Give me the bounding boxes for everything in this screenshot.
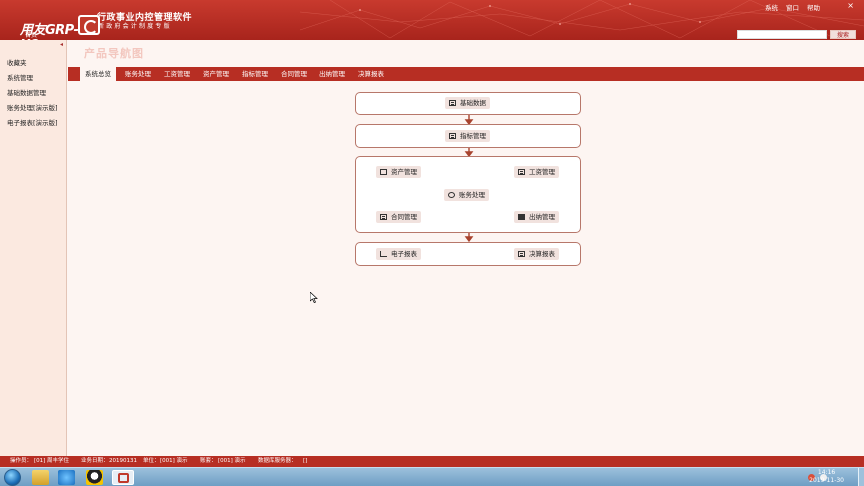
search-input[interactable]: [737, 30, 827, 39]
contract-icon: [380, 214, 387, 220]
tab-final-report[interactable]: 决算报表: [353, 67, 389, 81]
node-asset[interactable]: 资产管理: [376, 166, 421, 178]
close-icon[interactable]: ×: [847, 1, 854, 10]
mouse-cursor-icon: [310, 292, 318, 303]
asset-icon: [380, 169, 387, 175]
status-unit-value: [001] 演示: [160, 458, 188, 464]
node-contract-label: 合同管理: [391, 213, 417, 221]
product-subtitle: 新政府会计制度专版: [98, 23, 172, 30]
arrowhead-3: [464, 236, 474, 243]
node-basic-data-label: 基础数据: [460, 99, 486, 107]
node-cashier[interactable]: 出纳管理: [514, 211, 559, 223]
module-tabbar: 系统总览 账务处理 工资管理 资产管理 指标管理 合同管理 出纳管理 决算报表: [68, 67, 864, 81]
status-account-label: 账套：: [200, 458, 217, 464]
node-asset-label: 资产管理: [391, 168, 417, 176]
tab-accounting[interactable]: 账务处理: [120, 67, 156, 81]
tab-asset[interactable]: 资产管理: [198, 67, 234, 81]
show-desktop-button[interactable]: [858, 468, 864, 486]
browser-icon[interactable]: [58, 470, 75, 485]
status-account-value: [001] 演示: [218, 458, 246, 464]
tray-time: 14:16: [817, 469, 836, 476]
cashier-icon: [518, 214, 525, 220]
status-bizdate-value: 20190131: [109, 458, 137, 464]
node-final-report[interactable]: 决算报表: [514, 248, 559, 260]
sidebar-item-system[interactable]: 系统管理: [7, 72, 33, 82]
tray-date: 2019-11-30: [809, 477, 844, 484]
node-salary[interactable]: 工资管理: [514, 166, 559, 178]
sidebar-item-basic-data[interactable]: 基础数据管理: [7, 87, 46, 97]
app-header: 用友GRP-U8 行政事业内控管理软件 新政府会计制度专版 首页 系统 窗口 帮…: [0, 0, 864, 40]
tab-contract[interactable]: 合同管理: [276, 67, 312, 81]
node-indicator[interactable]: 指标管理: [445, 130, 490, 142]
node-accounting-label: 账务处理: [459, 191, 485, 199]
search-icon: [448, 192, 455, 198]
report-icon: [518, 251, 525, 257]
main-area: 产品导航图 系统总览 账务处理 工资管理 资产管理 指标管理 合同管理 出纳管理…: [68, 40, 864, 456]
status-bizdate-label: 业务日期：: [81, 458, 109, 464]
tab-indicator[interactable]: 指标管理: [237, 67, 273, 81]
status-operator-value: [01] 周丰学住: [34, 458, 70, 464]
node-contract[interactable]: 合同管理: [376, 211, 421, 223]
chart-icon: [380, 251, 387, 257]
indicator-icon: [449, 133, 456, 139]
sidebar-item-e-report[interactable]: 电子报表[演示版]: [7, 117, 58, 127]
status-operator-label: 操作员：: [10, 458, 33, 464]
tab-overview[interactable]: 系统总览: [80, 67, 116, 81]
qq-icon[interactable]: [86, 470, 103, 485]
sidebar: ◂ 收藏夹 系统管理 基础数据管理 账务处理[演示版] 电子报表[演示版]: [0, 40, 67, 456]
collapse-icon[interactable]: ◂: [60, 41, 63, 48]
menu-window[interactable]: 窗口: [786, 2, 799, 12]
tab-salary[interactable]: 工资管理: [159, 67, 195, 81]
tray-clock[interactable]: 14:16 2019-11-30: [809, 469, 844, 485]
page-title: 产品导航图: [84, 47, 144, 60]
menu-system[interactable]: 系统: [765, 2, 778, 12]
node-indicator-label: 指标管理: [460, 132, 486, 140]
node-cashier-label: 出纳管理: [529, 213, 555, 221]
explorer-icon[interactable]: [32, 470, 49, 485]
menu-help[interactable]: 帮助: [807, 2, 820, 12]
os-taskbar: 14:16 2019-11-30: [0, 467, 864, 486]
table-icon: [449, 100, 456, 106]
ufida-app-icon[interactable]: [112, 470, 134, 485]
logo: 用友GRP-U8: [8, 9, 100, 40]
node-e-report-label: 电子报表: [391, 250, 417, 258]
status-db-value: []: [303, 458, 308, 464]
node-final-report-label: 决算报表: [529, 250, 555, 258]
tab-cashier[interactable]: 出纳管理: [314, 67, 350, 81]
sidebar-item-favorites[interactable]: 收藏夹: [7, 57, 27, 67]
start-button[interactable]: [4, 469, 21, 486]
status-db-label: 数据库服务器：: [258, 458, 297, 464]
home-link[interactable]: 首页: [25, 30, 37, 39]
top-menu: 系统 窗口 帮助: [765, 2, 820, 12]
ufida-mark-icon: [118, 473, 129, 483]
node-e-report[interactable]: 电子报表: [376, 248, 421, 260]
search-button[interactable]: 搜索: [830, 30, 856, 39]
node-basic-data[interactable]: 基础数据: [445, 97, 490, 109]
card-icon: [518, 169, 525, 175]
node-accounting[interactable]: 账务处理: [444, 189, 489, 201]
node-salary-label: 工资管理: [529, 168, 555, 176]
sidebar-item-accounting[interactable]: 账务处理[演示版]: [7, 102, 58, 112]
status-bar: 操作员： [01] 周丰学住 业务日期： 20190131 单位： [001] …: [0, 456, 864, 467]
status-unit-label: 单位：: [143, 458, 160, 464]
